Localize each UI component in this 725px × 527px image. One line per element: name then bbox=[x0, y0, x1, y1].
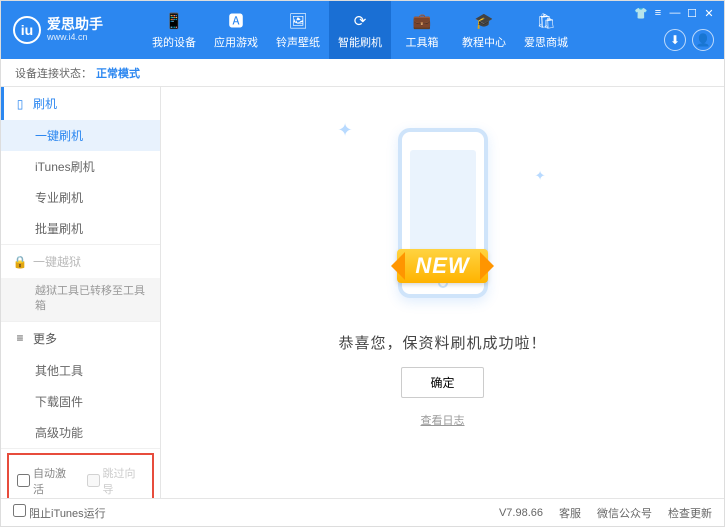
lock-icon: 🔒 bbox=[13, 255, 27, 269]
footer: 阻止iTunes运行 V7.98.66 客服 微信公众号 检查更新 bbox=[1, 498, 724, 526]
toolbox-icon: 💼 bbox=[412, 11, 432, 31]
sidebar-item-itunes-flash[interactable]: iTunes刷机 bbox=[1, 151, 160, 182]
sidebar-item-download-firmware[interactable]: 下载固件 bbox=[1, 386, 160, 417]
tutorial-icon: 🎓 bbox=[474, 11, 494, 31]
sidebar-item-other-tools[interactable]: 其他工具 bbox=[1, 355, 160, 386]
skin-button[interactable]: 👕 bbox=[634, 7, 648, 19]
status-bar: 设备连接状态： 正常模式 bbox=[1, 59, 724, 87]
nav-ringtones[interactable]: 🖼 铃声壁纸 bbox=[267, 1, 329, 59]
sidebar-group-jailbreak: 🔒 一键越狱 bbox=[1, 245, 160, 278]
apps-icon: 🅰 bbox=[226, 11, 246, 31]
footer-link-support[interactable]: 客服 bbox=[559, 505, 581, 521]
nav-smart-flash[interactable]: ⟳ 智能刷机 bbox=[329, 1, 391, 59]
device-icon: 📱 bbox=[164, 11, 184, 31]
store-icon: 🛍 bbox=[536, 11, 556, 31]
success-message: 恭喜您，保资料刷机成功啦！ bbox=[338, 332, 546, 353]
window-controls: 👕 ≡ — ☐ ✕ bbox=[634, 7, 716, 19]
logo-icon: iu bbox=[13, 16, 41, 44]
footer-link-wechat[interactable]: 微信公众号 bbox=[597, 505, 652, 521]
flash-icon: ⟳ bbox=[350, 11, 370, 31]
sidebar: ▯ 刷机 一键刷机 iTunes刷机 专业刷机 批量刷机 🔒 一键越狱 越狱工具… bbox=[1, 87, 161, 498]
version-label: V7.98.66 bbox=[499, 507, 543, 519]
close-button[interactable]: ✕ bbox=[702, 7, 716, 19]
sparkle-icon: ✦ bbox=[338, 120, 353, 141]
nav-toolbox[interactable]: 💼 工具箱 bbox=[391, 1, 453, 59]
sidebar-group-more[interactable]: ≡ 更多 bbox=[1, 322, 160, 355]
status-value: 正常模式 bbox=[96, 65, 140, 81]
sidebar-item-advanced[interactable]: 高级功能 bbox=[1, 417, 160, 448]
phone-icon: ▯ bbox=[13, 97, 27, 111]
menu-icon: ≡ bbox=[13, 331, 27, 345]
main-nav: 📱 我的设备 🅰 应用游戏 🖼 铃声壁纸 ⟳ 智能刷机 💼 工具箱 🎓 教 bbox=[143, 1, 577, 59]
footer-link-update[interactable]: 检查更新 bbox=[668, 505, 712, 521]
nav-apps-games[interactable]: 🅰 应用游戏 bbox=[205, 1, 267, 59]
user-button[interactable]: 👤 bbox=[692, 29, 714, 51]
sidebar-jailbreak-note: 越狱工具已转移至工具箱 bbox=[1, 278, 160, 321]
skip-guide-checkbox bbox=[87, 474, 100, 487]
view-log-link[interactable]: 查看日志 bbox=[421, 412, 465, 428]
app-header: iu 爱思助手 www.i4.cn 📱 我的设备 🅰 应用游戏 🖼 铃声壁纸 ⟳… bbox=[1, 1, 724, 59]
logo: iu 爱思助手 www.i4.cn bbox=[13, 16, 143, 44]
sidebar-item-pro-flash[interactable]: 专业刷机 bbox=[1, 182, 160, 213]
checkbox-skip-guide[interactable]: 跳过向导 bbox=[87, 465, 145, 497]
main-content: ✦ ✦ NEW 恭喜您，保资料刷机成功啦！ 确定 查看日志 bbox=[161, 87, 724, 498]
minimize-button[interactable]: — bbox=[668, 7, 682, 19]
menu-button[interactable]: ≡ bbox=[651, 7, 665, 19]
new-ribbon: NEW bbox=[397, 249, 487, 283]
nav-my-device[interactable]: 📱 我的设备 bbox=[143, 1, 205, 59]
logo-subtitle: www.i4.cn bbox=[47, 33, 103, 43]
block-itunes-checkbox[interactable] bbox=[13, 504, 26, 517]
wallpaper-icon: 🖼 bbox=[288, 11, 308, 31]
logo-title: 爱思助手 bbox=[47, 17, 103, 32]
sidebar-item-batch-flash[interactable]: 批量刷机 bbox=[1, 213, 160, 244]
checkbox-auto-activate[interactable]: 自动激活 bbox=[17, 465, 75, 497]
sparkle-icon: ✦ bbox=[535, 168, 546, 184]
auto-activate-checkbox[interactable] bbox=[17, 474, 30, 487]
download-button[interactable]: ⬇ bbox=[664, 29, 686, 51]
success-illustration: ✦ ✦ NEW bbox=[358, 128, 528, 318]
nav-store[interactable]: 🛍 爱思商城 bbox=[515, 1, 577, 59]
maximize-button[interactable]: ☐ bbox=[685, 7, 699, 19]
sidebar-group-flash[interactable]: ▯ 刷机 bbox=[1, 87, 160, 120]
options-highlight-box: 自动激活 跳过向导 bbox=[7, 453, 154, 498]
sidebar-item-oneclick-flash[interactable]: 一键刷机 bbox=[1, 120, 160, 151]
ok-button[interactable]: 确定 bbox=[401, 367, 483, 398]
status-label: 设备连接状态： bbox=[15, 65, 92, 81]
nav-tutorials[interactable]: 🎓 教程中心 bbox=[453, 1, 515, 59]
block-itunes-option[interactable]: 阻止iTunes运行 bbox=[13, 504, 106, 521]
